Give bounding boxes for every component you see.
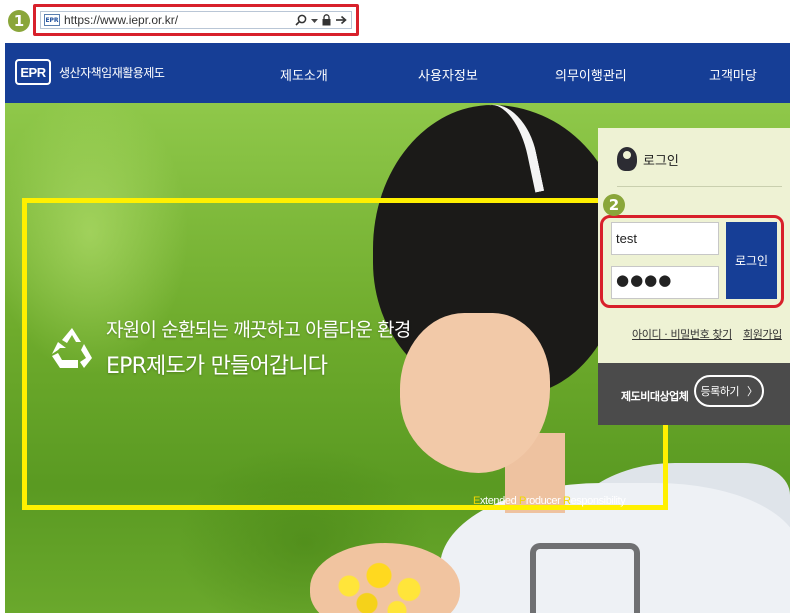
nav-item-user-info[interactable]: 사용자정보 (418, 65, 478, 84)
tagline-cap-r: R (563, 495, 571, 507)
top-navigation: EPR 생산자책임재활용제도 제도소개 사용자정보 의무이행관리 고객마당 (5, 43, 790, 103)
login-header: 로그인 (617, 147, 679, 171)
lock-icon[interactable] (322, 14, 331, 26)
step-1-badge: 1 (8, 10, 30, 32)
address-bar[interactable]: EPR https://www.iepr.or.kr/ (40, 11, 352, 29)
dropdown-icon[interactable] (311, 14, 318, 26)
tagline-word-2: roducer (525, 495, 564, 507)
tagline-word-1: xtended (479, 495, 519, 507)
user-icon (617, 147, 637, 171)
hero-headline-1: 자원이 순환되는 깨끗하고 아름다운 환경 (106, 319, 411, 341)
site-logo[interactable]: EPR 생산자책임재활용제도 (15, 59, 165, 85)
screenshot-root: 1 EPR https://www.iepr.or.kr/ EPR 생산자책임재… (0, 0, 795, 613)
hero-headline-2: EPR제도가 만들어갑니다 (106, 354, 328, 379)
nav-item-system-intro[interactable]: 제도소개 (280, 65, 328, 84)
hero-message: 자원이 순환되는 깨끗하고 아름다운 환경 EPR제도가 만들어갑니다 (48, 315, 411, 380)
login-title: 로그인 (643, 153, 679, 169)
registration-bar: 제도비대상업체 등록하기 〉 (598, 363, 790, 425)
registration-label: 제도비대상업체 (621, 390, 689, 403)
nav-item-customer-center[interactable]: 고객마당 (709, 65, 757, 84)
url-text[interactable]: https://www.iepr.or.kr/ (64, 13, 295, 27)
tagline-word-3: esponsibility (570, 495, 626, 507)
account-links: 아이디 · 비밀번호 찾기 회원가입 (632, 326, 782, 342)
epr-logo-icon: EPR (15, 59, 51, 85)
tagline-cap-p: P (518, 495, 526, 507)
credentials-highlight (600, 215, 784, 308)
tagline-cap-e: E (473, 495, 480, 507)
address-bar-highlight: EPR https://www.iepr.or.kr/ (33, 4, 359, 36)
login-divider (617, 186, 782, 187)
recycle-icon (52, 327, 92, 368)
find-id-password-link[interactable]: 아이디 · 비밀번호 찾기 (632, 328, 732, 341)
hero-photo-overalls (530, 543, 640, 613)
step-2-badge: 2 (603, 194, 625, 216)
chevron-right-icon: 〉 (746, 385, 758, 398)
site-favicon-icon: EPR (44, 14, 60, 26)
go-arrow-icon[interactable] (335, 14, 347, 26)
sign-up-link[interactable]: 회원가입 (743, 328, 782, 341)
hero-tagline: Extended Producer Responsibility (473, 495, 626, 507)
hero-photo-flowers (325, 558, 445, 613)
register-button[interactable]: 등록하기 〉 (694, 375, 764, 407)
nav-item-obligation-management[interactable]: 의무이행관리 (555, 65, 627, 84)
address-bar-icons (295, 14, 351, 26)
hero-text-lines: 자원이 순환되는 깨끗하고 아름다운 환경 EPR제도가 만들어갑니다 (106, 315, 411, 380)
logo-text: 생산자책임재활용제도 (59, 65, 165, 80)
register-button-label: 등록하기 (700, 385, 740, 398)
search-icon[interactable] (295, 14, 307, 26)
